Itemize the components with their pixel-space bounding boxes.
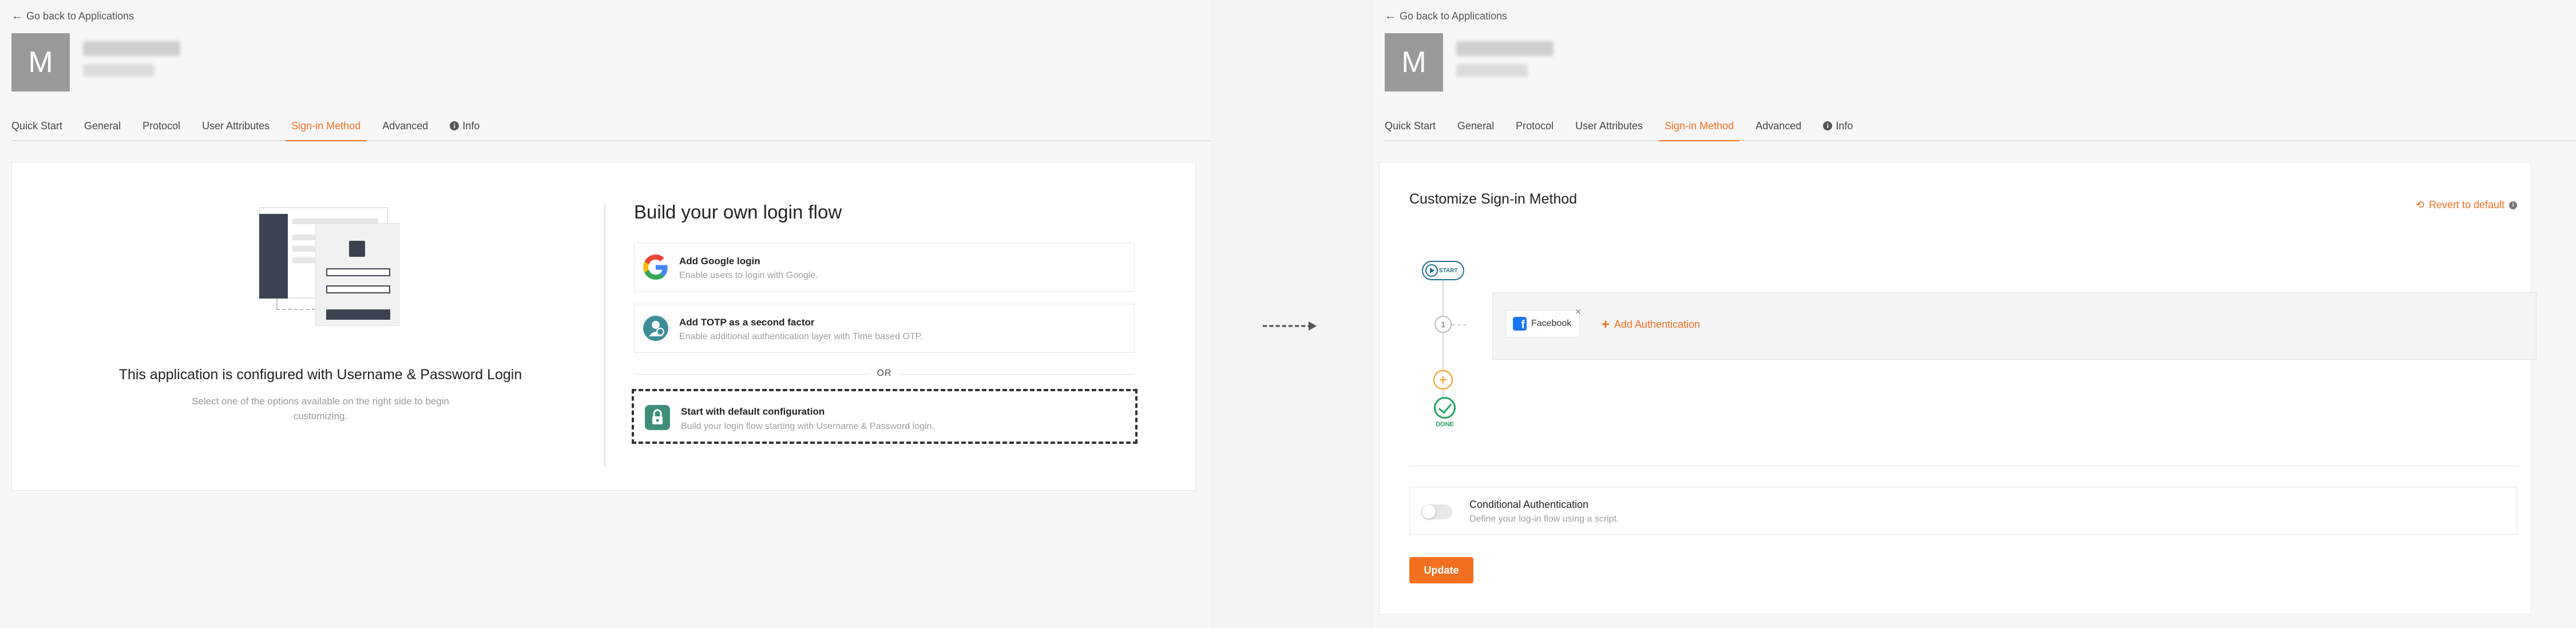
tab-general[interactable]: General bbox=[84, 114, 121, 141]
back-to-applications-link[interactable]: ← Go back to Applications bbox=[1385, 10, 1507, 23]
app-id-blurred bbox=[83, 64, 154, 77]
add-authentication-button[interactable]: + Add Authentication bbox=[1602, 316, 1701, 332]
app-tabs: Quick Start General Protocol User Attrib… bbox=[1385, 114, 2576, 141]
add-google-login-option[interactable]: Add Google login Enable users to login w… bbox=[634, 243, 1135, 292]
app-avatar: M bbox=[1385, 33, 1443, 92]
back-link-label: Go back to Applications bbox=[1400, 10, 1508, 22]
default-option-desc: Build your login flow starting with User… bbox=[681, 422, 934, 431]
tab-sign-in-method[interactable]: Sign-in Method bbox=[286, 114, 367, 141]
app-avatar: M bbox=[11, 33, 70, 92]
app-name-blurred bbox=[83, 41, 180, 56]
tab-info-label: Info bbox=[462, 120, 480, 132]
tab-info-label: Info bbox=[1836, 120, 1853, 132]
vertical-divider bbox=[604, 204, 605, 467]
google-option-title: Add Google login bbox=[679, 256, 760, 267]
tab-quick-start[interactable]: Quick Start bbox=[1385, 114, 1436, 141]
revert-to-default-button[interactable]: ⟲ Revert to default i bbox=[2416, 199, 2517, 211]
tab-protocol[interactable]: Protocol bbox=[1516, 114, 1553, 141]
tab-advanced[interactable]: Advanced bbox=[382, 114, 428, 141]
configured-title: This application is configured with User… bbox=[118, 367, 522, 383]
revert-icon: ⟲ bbox=[2415, 199, 2424, 210]
totp-option-title: Add TOTP as a second factor bbox=[679, 317, 815, 328]
app-id-blurred bbox=[1456, 64, 1528, 77]
or-separator: OR bbox=[634, 368, 1135, 380]
add-step-button[interactable]: + bbox=[1433, 370, 1453, 389]
back-link-label: Go back to Applications bbox=[26, 10, 134, 22]
tab-user-attributes[interactable]: User Attributes bbox=[1575, 114, 1643, 141]
check-icon bbox=[1434, 397, 1456, 419]
back-to-applications-link[interactable]: ← Go back to Applications bbox=[11, 10, 134, 23]
conditional-authentication-section: Conditional Authentication Define your l… bbox=[1409, 487, 2517, 535]
add-authentication-label: Add Authentication bbox=[1614, 319, 1701, 330]
tab-general[interactable]: General bbox=[1457, 114, 1494, 141]
lock-icon bbox=[645, 405, 670, 430]
conditional-auth-toggle[interactable] bbox=[1421, 504, 1452, 519]
tab-sign-in-method[interactable]: Sign-in Method bbox=[1659, 114, 1740, 141]
login-illustration bbox=[248, 200, 414, 329]
google-option-desc: Enable users to login with Google. bbox=[679, 271, 818, 280]
close-icon[interactable]: ✕ bbox=[1575, 307, 1582, 317]
transition-arrow-icon bbox=[1263, 321, 1317, 331]
tab-quick-start[interactable]: Quick Start bbox=[11, 114, 62, 141]
info-icon: i bbox=[2509, 201, 2517, 209]
start-badge: START bbox=[1422, 261, 1464, 280]
plus-icon: + bbox=[1602, 316, 1610, 332]
tab-protocol[interactable]: Protocol bbox=[142, 114, 180, 141]
app-name-blurred bbox=[1456, 41, 1553, 56]
tab-advanced[interactable]: Advanced bbox=[1755, 114, 1801, 141]
arrow-left-icon: ← bbox=[11, 10, 23, 22]
play-icon bbox=[1425, 264, 1438, 277]
configured-description: Select one of the options available on t… bbox=[192, 396, 449, 422]
totp-icon bbox=[643, 316, 668, 341]
step-number: 1 bbox=[1434, 316, 1452, 333]
facebook-authenticator-chip[interactable]: f Facebook ✕ bbox=[1505, 307, 1582, 337]
totp-option-desc: Enable additional authentication layer w… bbox=[679, 332, 923, 341]
google-icon bbox=[643, 255, 668, 280]
app-tabs: Quick Start General Protocol User Attrib… bbox=[11, 114, 1210, 141]
tab-info[interactable]: i Info bbox=[1823, 114, 1853, 141]
info-icon: i bbox=[1823, 121, 1833, 130]
sign-in-method-card: This application is configured with User… bbox=[11, 162, 1196, 491]
tab-info[interactable]: i Info bbox=[450, 114, 479, 141]
update-button[interactable]: Update bbox=[1409, 557, 1473, 583]
add-totp-option[interactable]: Add TOTP as a second factor Enable addit… bbox=[634, 304, 1135, 353]
customize-title: Customize Sign-in Method bbox=[1409, 191, 1578, 207]
customize-sign-in-card: Customize Sign-in Method ⟲ Revert to def… bbox=[1379, 162, 2537, 615]
default-configuration-option[interactable]: Start with default configuration Build y… bbox=[632, 389, 1138, 444]
info-icon: i bbox=[450, 121, 459, 130]
revert-label: Revert to default bbox=[2428, 199, 2504, 210]
arrow-left-icon: ← bbox=[1385, 10, 1396, 22]
tab-user-attributes[interactable]: User Attributes bbox=[202, 114, 270, 141]
facebook-icon: f bbox=[1513, 317, 1527, 331]
flow-title: Build your own login flow bbox=[634, 201, 842, 222]
left-screenshot-panel: ← Go back to Applications M Quick Start … bbox=[0, 0, 1210, 628]
step-1-box: f Facebook ✕ + Add Authentication bbox=[1492, 292, 2537, 360]
conditional-title: Conditional Authentication bbox=[1469, 499, 1589, 510]
done-indicator: DONE bbox=[1428, 397, 1462, 428]
lock-icon bbox=[349, 241, 365, 257]
default-option-title: Start with default configuration bbox=[681, 406, 825, 417]
conditional-description: Define your log-in flow using a script. bbox=[1469, 514, 1619, 524]
facebook-label: Facebook bbox=[1531, 319, 1572, 328]
